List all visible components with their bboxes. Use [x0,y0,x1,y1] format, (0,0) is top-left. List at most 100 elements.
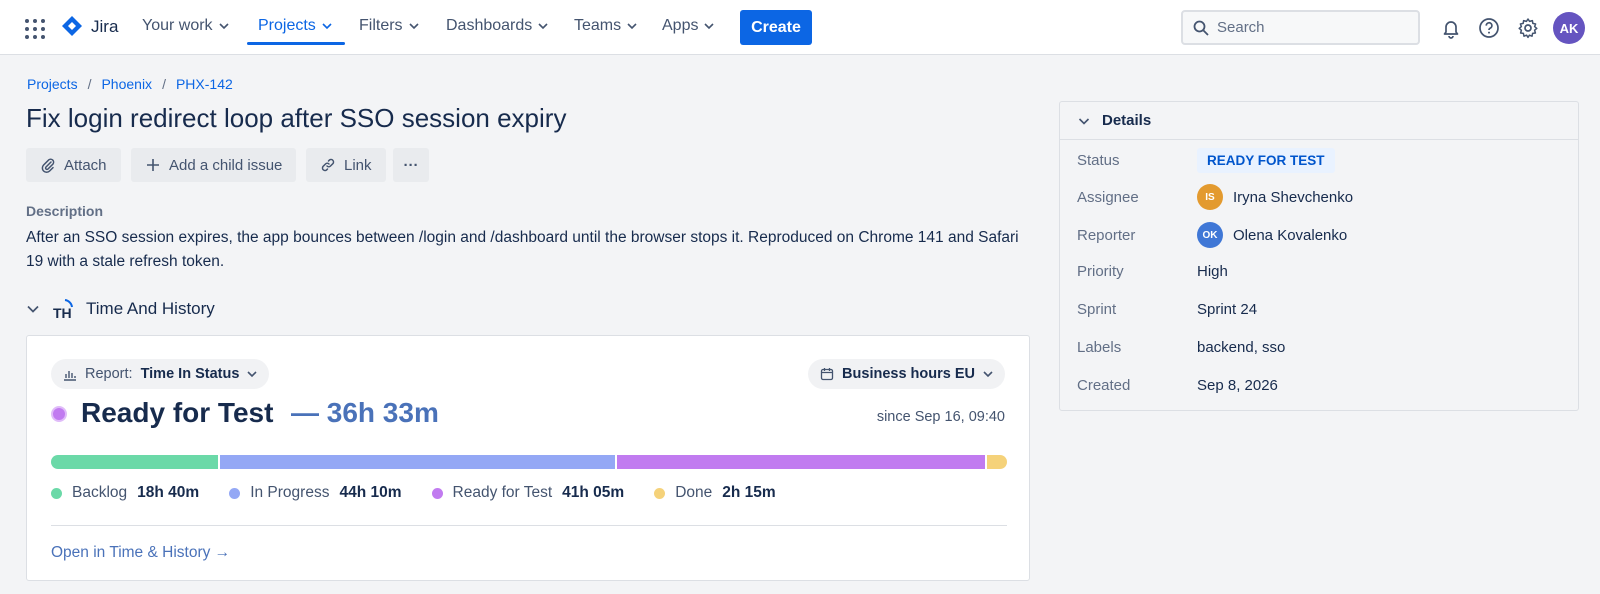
description-text[interactable]: After an SSO session expires, the app bo… [26,226,1026,274]
detail-label: Priority [1077,263,1124,280]
top-navigation: Jira Your work Projects Filters Dashboar… [0,0,1600,55]
detail-label: Status [1077,152,1120,169]
nav-projects-label: Projects [258,17,316,34]
detail-label: Created [1077,377,1131,394]
time-in-status-card: Report: Time In Status Business hours EU… [26,335,1030,581]
chevron-down-icon [1078,117,1090,125]
attach-button[interactable]: Attach [26,148,121,182]
time-history-section-header[interactable]: TH Time And History [26,298,215,320]
chevron-down-icon [627,23,637,30]
detail-label: Labels [1077,339,1122,356]
search-icon [1193,20,1209,36]
report-prefix: Report: [85,366,133,382]
legend-status-name: In Progress [250,484,330,501]
legend-item-ready-for-test: Ready for Test 41h 05m [431,484,625,502]
link-button[interactable]: Link [306,148,386,182]
nav-filters[interactable]: Filters [359,17,419,35]
chevron-down-icon [27,305,39,313]
breadcrumb-issue-key[interactable]: PHX-142 [176,76,233,92]
legend-item-backlog: Backlog 18h 40m [51,484,199,502]
priority-value[interactable]: High [1197,263,1228,280]
legend-dot [654,487,666,499]
status-lozenge[interactable]: READY FOR TEST [1197,148,1335,173]
nav-filters-label: Filters [359,17,403,34]
detail-row-created: Created Sep 8, 2026 [1077,377,1278,394]
reporter-field[interactable]: OK Olena Kovalenko [1197,222,1347,248]
user-avatar[interactable]: AK [1553,12,1585,44]
assignee-field[interactable]: IS Iryna Shevchenko [1197,184,1353,210]
assignee-name: Iryna Shevchenko [1233,188,1354,206]
settings-gear-icon[interactable] [1517,17,1539,39]
status-since-timestamp: since Sep 16, 09:40 [876,409,1005,425]
breadcrumb-projects[interactable]: Projects [27,76,78,92]
nav-your-work[interactable]: Your work [142,17,229,35]
product-name[interactable]: Jira [91,17,118,37]
details-panel: Details Status READY FOR TEST Assignee I… [1059,101,1579,411]
business-hours-selector[interactable]: Business hours EU [808,359,1005,389]
nav-projects[interactable]: Projects [258,17,332,35]
open-time-history-link[interactable]: Open in Time & History → [51,544,230,562]
notifications-bell-icon[interactable] [1440,17,1462,39]
detail-row-sprint: Sprint Sprint 24 [1077,301,1257,318]
nav-dashboards-label: Dashboards [446,17,533,34]
legend-status-duration: 44h 10m [339,484,402,501]
reporter-avatar: OK [1197,222,1223,248]
bar-chart-icon [64,371,76,381]
app-switcher-icon[interactable] [25,19,45,39]
add-child-issue-button[interactable]: Add a child issue [131,148,297,182]
status-bar-segment [617,455,985,469]
report-name: Time In Status [140,366,240,382]
jira-logo-icon[interactable] [61,15,83,37]
time-history-title: Time And History [86,299,215,318]
chevron-down-icon [538,23,548,30]
more-actions-button[interactable]: ··· [393,148,429,182]
nav-apps[interactable]: Apps [662,17,715,35]
legend-status-name: Ready for Test [452,484,553,501]
reporter-name: Olena Kovalenko [1233,226,1348,244]
detail-label: Reporter [1077,226,1136,244]
calendar-icon [820,368,834,381]
search-input[interactable] [1217,19,1397,36]
legend-status-name: Done [675,484,713,501]
detail-row-reporter: Reporter OK Olena Kovalenko [1077,222,1347,248]
detail-row-labels: Labels backend, sso [1077,339,1285,356]
labels-value[interactable]: backend, sso [1197,339,1285,356]
description-label: Description [26,203,104,219]
search-box[interactable] [1181,10,1420,45]
current-status-name: Ready for Test [81,397,274,428]
nav-dashboards[interactable]: Dashboards [446,17,548,35]
breadcrumb-phoenix[interactable]: Phoenix [101,76,152,92]
details-header[interactable]: Details [1060,102,1578,140]
link-icon [321,158,335,172]
status-bar-segment [986,455,1007,469]
active-nav-indicator [247,42,345,45]
card-divider [51,525,1007,526]
breadcrumb-separator: / [87,76,92,92]
legend-status-duration: 41h 05m [562,484,625,501]
legend-dot [51,487,62,499]
report-selector[interactable]: Report: Time In Status [51,359,270,389]
breadcrumb-separator: / [162,76,166,92]
legend-dot [431,487,443,499]
paperclip-icon [41,158,55,173]
attach-label: Attach [64,156,107,174]
help-icon[interactable] [1478,17,1500,39]
nav-your-work-label: Your work [142,17,213,34]
legend-status-name: Backlog [72,484,128,501]
plus-icon [147,159,159,171]
legend-status-duration: 18h 40m [137,484,200,501]
details-header-label: Details [1102,112,1152,129]
chevron-down-icon [983,371,993,378]
nav-apps-label: Apps [662,17,699,34]
nav-teams-label: Teams [574,17,622,34]
time-history-app-icon: TH [53,299,73,320]
chevron-down-icon [408,23,419,30]
detail-label: Assignee [1077,188,1139,206]
legend-item-in-progress: In Progress 44h 10m [229,484,402,502]
time-history-logo-text: TH [53,305,72,320]
issue-title[interactable]: Fix login redirect loop after SSO sessio… [26,103,566,134]
create-button[interactable]: Create [740,10,812,45]
sprint-value[interactable]: Sprint 24 [1197,301,1257,318]
assignee-avatar: IS [1197,184,1223,210]
nav-teams[interactable]: Teams [574,17,637,35]
